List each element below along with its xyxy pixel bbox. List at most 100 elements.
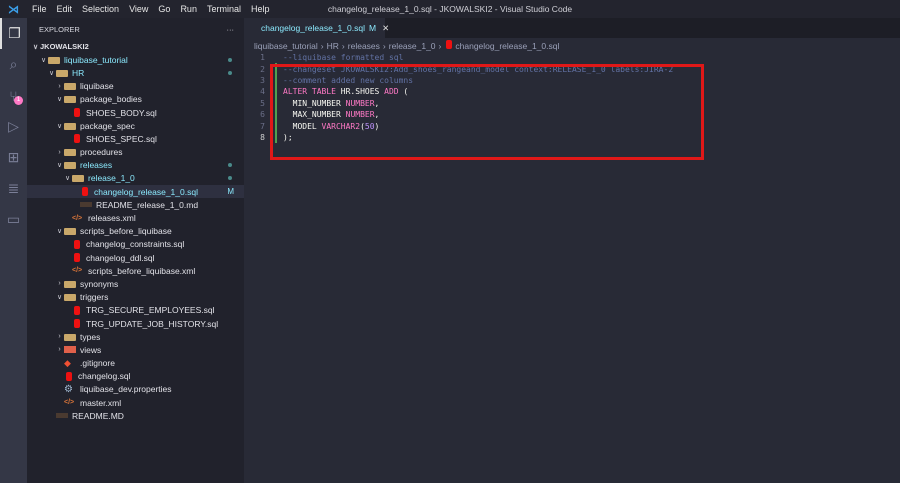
tree-item[interactable]: ∨ releases (27, 159, 244, 172)
tree-item[interactable]: changelog.sql (27, 370, 244, 383)
tree-item-label: changelog_constraints.sql (86, 239, 185, 250)
tree-item[interactable]: ∨ release_1_0 (27, 172, 244, 185)
tab-changelog-release[interactable]: changelog_release_1_0.sql M ✕ (245, 18, 389, 38)
tree-item-label: releases.xml (88, 213, 136, 224)
tree-item-label: changelog.sql (78, 371, 131, 382)
tree-item[interactable]: SHOES_SPEC.sql (27, 132, 244, 145)
activity-run-debug[interactable]: ▷ (0, 111, 27, 142)
tree-item[interactable]: changelog_ddl.sql (27, 251, 244, 264)
menu-help[interactable]: Help (246, 4, 275, 14)
activity-database[interactable]: ≣ (0, 173, 27, 204)
breadcrumb-item[interactable]: changelog_release_1_0.sql (455, 41, 559, 51)
chevron-down-icon: ∨ (56, 294, 63, 302)
folder-icon (64, 83, 76, 91)
activity-folder[interactable]: ▭ (0, 204, 27, 235)
tree-item[interactable]: › types (27, 330, 244, 343)
tree-item-label: procedures (80, 147, 123, 158)
menu-go[interactable]: Go (153, 4, 175, 14)
tree-item[interactable]: ∨ package_spec (27, 119, 244, 132)
tree-item[interactable]: ⚙ liquibase_dev.properties (27, 383, 244, 396)
database-icon: ≣ (7, 180, 20, 196)
menu-terminal[interactable]: Terminal (202, 4, 246, 14)
tree-item[interactable]: › views (27, 343, 244, 356)
chevron-right-icon: › (341, 41, 345, 51)
tree-item[interactable]: ◆ .gitignore (27, 357, 244, 370)
more-actions-button[interactable]: ··· (227, 25, 235, 34)
menu-selection[interactable]: Selection (77, 4, 124, 14)
tree-item[interactable]: </> master.xml (27, 396, 244, 409)
menu-bar: File Edit Selection View Go Run Terminal Help (27, 4, 274, 14)
git-file-icon: ◆ (64, 357, 71, 368)
xml-file-icon: </> (72, 267, 83, 275)
tree-item[interactable]: </> scripts_before_liquibase.xml (27, 264, 244, 277)
gear-icon: ⚙ (64, 383, 73, 395)
line-number: 1 (260, 53, 265, 63)
menu-edit[interactable]: Edit (52, 4, 78, 14)
sql-file-icon (74, 239, 80, 249)
folder-icon (64, 346, 76, 354)
chevron-down-icon: ∨ (56, 162, 63, 170)
breadcrumb-item[interactable]: releases (348, 41, 380, 51)
tree-item[interactable]: README_release_1_0.md (27, 198, 244, 211)
search-icon: ⌕ (9, 56, 18, 72)
tree-item[interactable]: ∨ package_bodies (27, 93, 244, 106)
breadcrumb-item[interactable]: release_1_0 (389, 41, 436, 51)
tree-item[interactable]: ∨ liquibase_tutorial (27, 53, 244, 66)
tree-item-label: package_spec (80, 120, 135, 131)
tree-item[interactable]: changelog_release_1_0.sql M (27, 185, 244, 199)
chevron-right-icon: › (58, 346, 61, 354)
folder-icon (64, 122, 76, 130)
menu-file[interactable]: File (27, 4, 52, 14)
tree-item[interactable]: </> releases.xml (27, 211, 244, 224)
tree-item[interactable]: TRG_SECURE_EMPLOYEES.sql (27, 304, 244, 317)
explorer-title: EXPLORER (39, 24, 80, 34)
close-tab-button[interactable]: ✕ (382, 23, 389, 34)
folder-icon: ▭ (6, 211, 21, 227)
title-bar: ⋊ File Edit Selection View Go Run Terminal Help… (0, 0, 900, 18)
tree-item[interactable]: TRG_UPDATE_JOB_HISTORY.sql (27, 317, 244, 330)
menu-view[interactable]: View (124, 4, 153, 14)
tree-item-label: README_release_1_0.md (96, 199, 199, 210)
modified-dot (228, 176, 232, 181)
tree-item-label: .gitignore (80, 358, 115, 369)
activity-files[interactable]: ❐ (0, 18, 27, 49)
markdown-file-icon (56, 413, 68, 419)
tab-bar: changelog_release_1_0.sql M ✕ (245, 18, 900, 38)
sql-file-icon (74, 305, 80, 315)
activity-search[interactable]: ⌕ (0, 49, 27, 80)
tree-item[interactable]: ∨ triggers (27, 291, 244, 304)
files-icon: ❐ (8, 25, 21, 41)
tree-item-label: release_1_0 (88, 173, 135, 184)
file-tree: ∨ liquibase_tutorial ∨ HR › liquibase ∨ package… (27, 53, 244, 422)
breadcrumb-item[interactable]: HR (327, 41, 339, 51)
chevron-down-icon: ∨ (40, 56, 47, 64)
tree-item-label: types (80, 331, 101, 342)
tree-item-label: master.xml (80, 397, 122, 408)
tree-item[interactable]: › liquibase (27, 80, 244, 93)
modified-indicator: M (368, 23, 377, 33)
tree-item[interactable]: ∨ HR (27, 66, 244, 79)
folder-icon (72, 175, 84, 183)
tree-item[interactable]: changelog_constraints.sql (27, 238, 244, 251)
sql-file-icon (74, 134, 80, 144)
chevron-down-icon: ∨ (56, 122, 63, 130)
workspace-root[interactable]: ∨ JKOWALSKI2 (27, 40, 244, 53)
activity-extensions[interactable]: ⊞ (0, 142, 27, 173)
tree-item[interactable]: › synonyms (27, 277, 244, 290)
tree-item-label: views (80, 344, 102, 355)
tree-item[interactable]: SHOES_BODY.sql (27, 106, 244, 119)
tree-item[interactable]: README.MD (27, 409, 244, 422)
activity-source-control[interactable]: ⑂ 1 (0, 80, 27, 111)
chevron-right-icon: › (58, 148, 61, 156)
tree-item-label: liquibase (80, 81, 114, 92)
breadcrumb-item[interactable]: liquibase_tutorial (254, 41, 318, 51)
tree-item[interactable]: › procedures (27, 146, 244, 159)
menu-run[interactable]: Run (175, 4, 202, 14)
tree-item-label: synonyms (80, 278, 119, 289)
tree-item[interactable]: ∨ scripts_before_liquibase (27, 225, 244, 238)
tree-item-label: TRG_UPDATE_JOB_HISTORY.sql (86, 318, 219, 329)
tree-item-label: changelog_ddl.sql (86, 252, 155, 263)
folder-icon (64, 333, 76, 341)
tree-item-label: liquibase_dev.properties (80, 384, 172, 395)
modified-dot (228, 70, 232, 75)
